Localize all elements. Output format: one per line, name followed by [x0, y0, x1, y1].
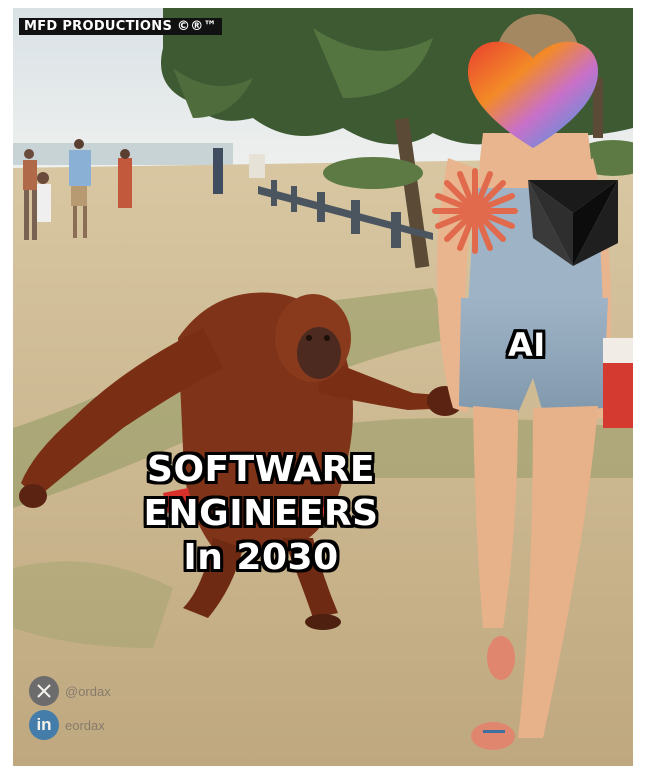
- watermark-text: MFD PRODUCTIONS: [24, 19, 173, 34]
- linkedin-handle[interactable]: in eordax: [29, 710, 105, 740]
- beach-post: [603, 338, 633, 363]
- starburst-logo-icon: [432, 168, 518, 254]
- caption-line-3: In 2030: [183, 536, 339, 578]
- caption-ai: AI: [508, 326, 546, 364]
- beach-scene-photo: [13, 8, 633, 766]
- caption-line-2: ENGINEERS: [143, 492, 379, 534]
- shrub: [323, 157, 423, 189]
- linkedin-logo-icon: in: [29, 710, 59, 740]
- caption-main: SOFTWARE ENGINEERS In 2030: [131, 448, 391, 580]
- meme-image-frame: MFD PRODUCTIONS ©®™ AI SOFTWARE ENGINEER…: [13, 8, 633, 766]
- watermark-marks: ©®™: [176, 19, 217, 34]
- x-handle-text: @ordax: [65, 683, 111, 699]
- x-handle[interactable]: @ordax: [29, 676, 111, 706]
- x-logo-icon: [29, 676, 59, 706]
- caption-line-1: SOFTWARE: [147, 449, 375, 490]
- watermark-label: MFD PRODUCTIONS ©®™: [19, 18, 222, 35]
- linkedin-handle-text: eordax: [65, 717, 105, 733]
